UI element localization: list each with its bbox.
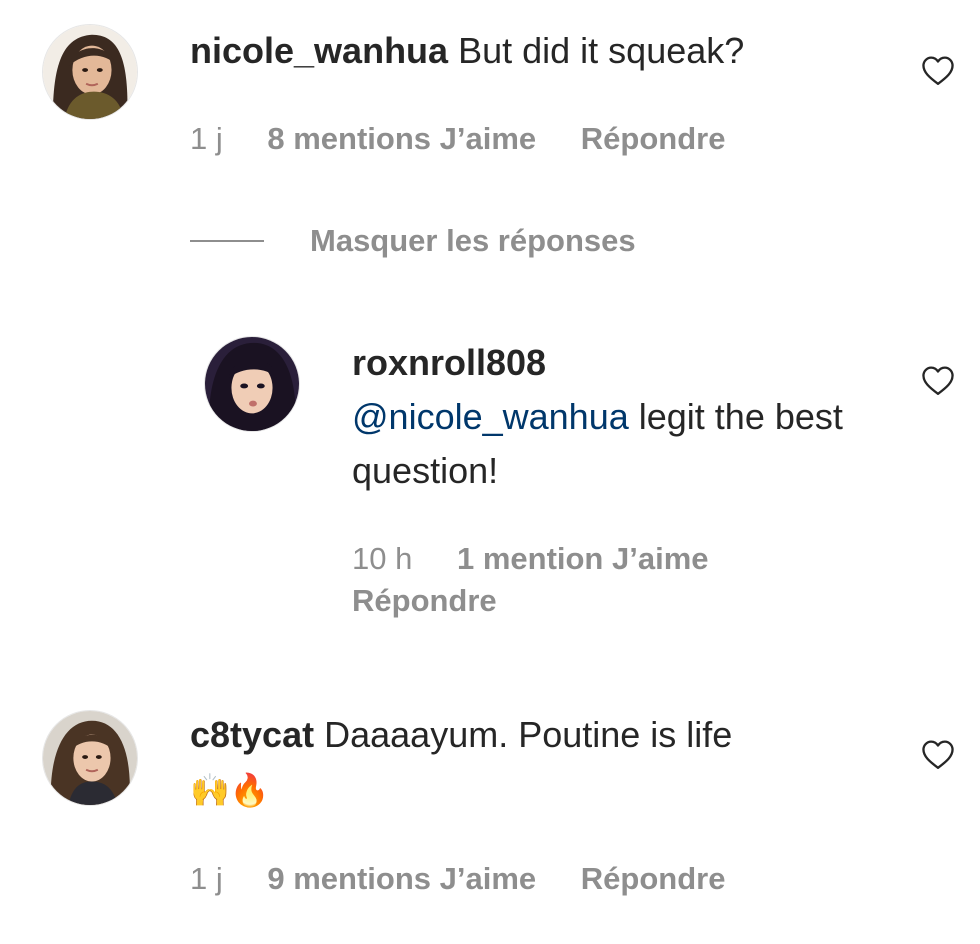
reply-button[interactable]: Répondre [581, 861, 726, 896]
comment-nicole-wanhua: nicole_wanhua But did it squeak? 1 j 8 m… [0, 0, 980, 200]
like-heart-icon[interactable] [920, 54, 956, 86]
hide-replies-label: Masquer les réponses [310, 223, 636, 258]
comment-time[interactable]: 1 j [190, 861, 223, 896]
heart-outline-icon [922, 740, 954, 769]
reply-button[interactable]: Répondre [352, 583, 497, 618]
comment-meta-reply: Répondre [352, 580, 497, 622]
hide-replies-button[interactable]: Masquer les réponses [190, 220, 636, 262]
avatar-image [43, 711, 137, 805]
heart-outline-icon [922, 56, 954, 85]
comment-c8tycat: c8tycat Daaaayum. Poutine is life 🙌🔥 1 j… [0, 700, 980, 930]
username-link[interactable]: nicole_wanhua [190, 30, 448, 71]
comment-text: Daaaayum. Poutine is life [324, 714, 733, 755]
like-heart-icon[interactable] [920, 738, 956, 770]
mention-link[interactable]: @nicole_wanhua [352, 396, 629, 437]
avatar[interactable] [42, 24, 138, 120]
emoji-text: 🙌🔥 [190, 771, 270, 809]
comment-meta: 10 h 1 mention J’aime [352, 538, 745, 580]
comment-body: c8tycat Daaaayum. Poutine is life 🙌🔥 [190, 708, 870, 817]
comment-time[interactable]: 10 h [352, 541, 412, 576]
comment-body: nicole_wanhua But did it squeak? [190, 24, 870, 78]
hide-replies-divider [190, 240, 264, 242]
comment-meta: 1 j 8 mentions J’aime Répondre [190, 118, 725, 160]
reply-roxnroll808: roxnroll808 @nicole_wanhua legit the bes… [0, 320, 980, 650]
heart-outline-icon [922, 366, 954, 395]
likes-count[interactable]: 9 mentions J’aime [267, 861, 536, 896]
likes-count[interactable]: 8 mentions J’aime [267, 121, 536, 156]
comment-meta: 1 j 9 mentions J’aime Répondre [190, 858, 725, 900]
username-link[interactable]: roxnroll808 [352, 342, 546, 383]
username-link[interactable]: c8tycat [190, 714, 314, 755]
comment-text: But did it squeak? [458, 30, 745, 71]
reply-button[interactable]: Répondre [581, 121, 726, 156]
likes-count[interactable]: 1 mention J’aime [457, 541, 709, 576]
comment-body: roxnroll808 @nicole_wanhua legit the bes… [352, 336, 852, 498]
like-heart-icon[interactable] [920, 364, 956, 396]
avatar-image [205, 337, 299, 431]
avatar[interactable] [204, 336, 300, 432]
comment-time[interactable]: 1 j [190, 121, 223, 156]
avatar-image [43, 25, 137, 119]
avatar[interactable] [42, 710, 138, 806]
